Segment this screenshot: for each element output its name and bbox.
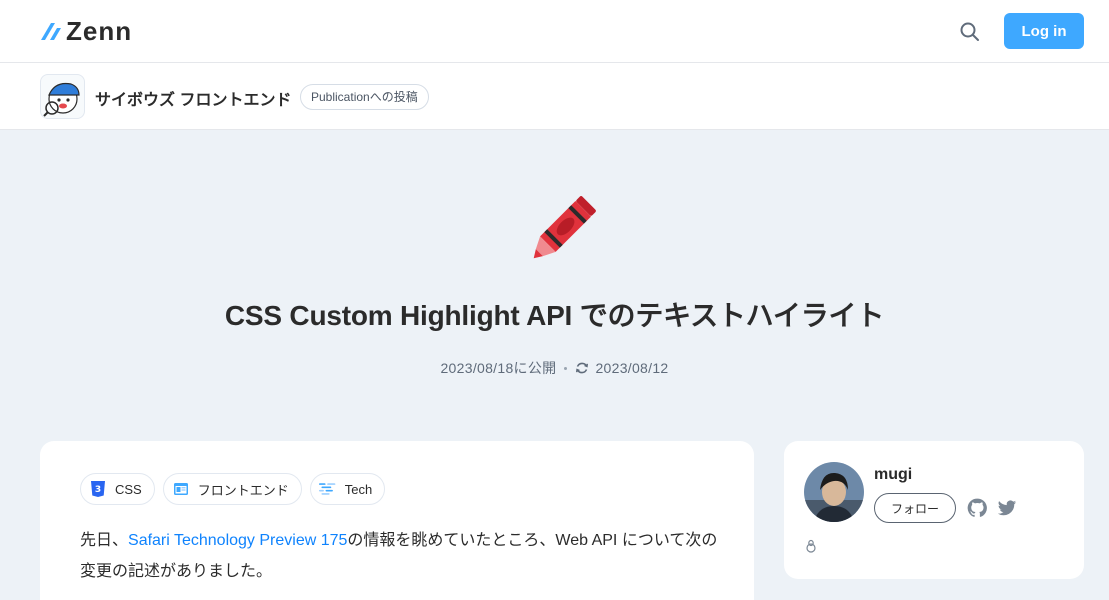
author-avatar[interactable]: [804, 462, 864, 522]
zenn-logo-icon: [41, 23, 61, 40]
article-dates: 2023/08/18に公開 2023/08/12: [0, 358, 1109, 378]
publication-bar: サイボウズ フロントエンド Publicationへの投稿: [0, 63, 1109, 130]
author-name[interactable]: mugi: [874, 466, 912, 484]
css3-icon: 3: [89, 480, 107, 498]
follow-button[interactable]: フォロー: [874, 493, 956, 523]
article-content: 3 CSS フロントエンド Tech 先日、Safari Technology …: [40, 441, 754, 600]
twitter-icon[interactable]: [997, 498, 1017, 518]
github-icon[interactable]: [967, 498, 987, 518]
tag-frontend[interactable]: フロントエンド: [162, 473, 302, 505]
tag-label: Tech: [344, 481, 373, 497]
author-info-icon: [804, 539, 818, 553]
tag-label: CSS: [115, 481, 142, 497]
frontend-icon: [172, 480, 190, 498]
svg-text:3: 3: [95, 485, 101, 495]
login-button[interactable]: Log in: [1004, 13, 1084, 49]
author-card: mugi フォロー: [784, 441, 1084, 579]
search-icon: [960, 22, 979, 41]
published-date: 2023/08/18に公開: [440, 360, 557, 376]
tech-icon: [318, 480, 337, 498]
logo-text: Zenn: [66, 16, 133, 46]
article-paragraph: 先日、Safari Technology Preview 175の情報を眺めてい…: [80, 525, 720, 587]
publication-badge: Publicationへの投稿: [300, 84, 429, 110]
article-title: CSS Custom Highlight API でのテキストハイライト: [224, 300, 885, 331]
date-separator: [564, 366, 568, 370]
crayon-icon: [522, 190, 602, 270]
zenn-logo[interactable]: Zenn: [40, 18, 132, 44]
site-header: Zenn Log in: [0, 0, 1109, 63]
publication-name[interactable]: サイボウズ フロントエンド: [95, 86, 291, 110]
cybozu-mascot-icon: [43, 82, 80, 117]
refresh-icon: [576, 362, 589, 374]
updated-date: 2023/08/12: [595, 360, 669, 376]
search-button[interactable]: [958, 20, 982, 44]
tag-css[interactable]: 3 CSS: [80, 473, 155, 505]
safari-tp-link[interactable]: Safari Technology Preview 175: [128, 532, 347, 549]
topic-tags: 3 CSS フロントエンド Tech: [80, 473, 386, 505]
publication-avatar[interactable]: [40, 74, 85, 119]
tag-tech[interactable]: Tech: [309, 473, 386, 505]
paragraph-prefix: 先日、: [80, 532, 129, 549]
tag-label: フロントエンド: [197, 482, 289, 498]
